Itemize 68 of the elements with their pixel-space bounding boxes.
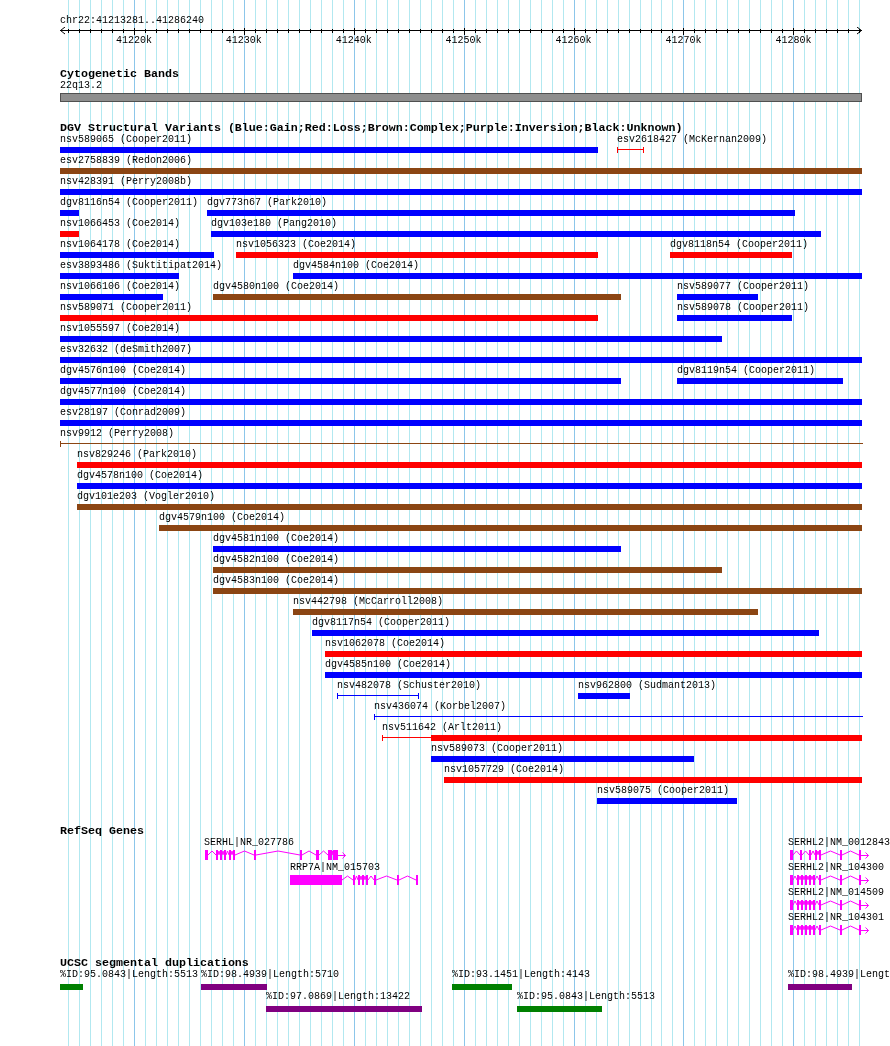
- variant-label: nsv1066453 (Coe2014): [60, 218, 181, 230]
- tick-label: 41240k: [335, 35, 372, 47]
- duplication-label: %ID:95.0843|Length:5513: [60, 969, 199, 981]
- variant-label: dgv8116n54 (Cooper2011): [60, 197, 199, 209]
- variant-label: nsv1064178 (Coe2014): [60, 239, 181, 251]
- variant-label: dgv4577n100 (Coe2014): [60, 386, 187, 398]
- variant-label: dgv773n67 (Park2010): [207, 197, 328, 209]
- variant-label: nsv589078 (Cooper2011): [677, 302, 810, 314]
- variant-label: nsv436074 (Korbel2007): [374, 701, 507, 713]
- variant-label: esv3893486 (Suktitipat2014): [60, 260, 223, 272]
- variant-label: nsv829246 (Park2010): [77, 449, 198, 461]
- tick-label: 41260k: [555, 35, 592, 47]
- variant-label: nsv589065 (Cooper2011): [60, 134, 193, 146]
- variant-label: nsv428391 (Perry2008b): [60, 176, 193, 188]
- variant-label: dgv4583n100 (Coe2014): [213, 575, 340, 587]
- variant-label: nsv589077 (Cooper2011): [677, 281, 810, 293]
- tick-label: 41270k: [665, 35, 702, 47]
- variant-label: dgv4576n100 (Coe2014): [60, 365, 187, 377]
- duplication-label: %ID:93.1451|Length:4143: [452, 969, 591, 981]
- variant-label: nsv962800 (Sudmant2013): [578, 680, 717, 692]
- variant-label: dgv4580n100 (Coe2014): [213, 281, 340, 293]
- track-title: DGV Structural Variants (Blue:Gain;Red:Loss;Brown:Complex;Purple:Inversion;Black:Unknown): [60, 122, 683, 134]
- variant-label: nsv482078 (Schuster2010): [337, 680, 482, 692]
- variant-label: nsv1066106 (Coe2014): [60, 281, 181, 293]
- variant-label: dgv4585n100 (Coe2014): [325, 659, 452, 671]
- variant-label: esv2758839 (Redon2006): [60, 155, 193, 167]
- variant-label: dgv4582n100 (Coe2014): [213, 554, 340, 566]
- variant-label: dgv4579n100 (Coe2014): [159, 512, 286, 524]
- tick-label: 41280k: [775, 35, 812, 47]
- variant-label: dgv8117n54 (Cooper2011): [312, 617, 451, 629]
- tick-label: 41250k: [445, 35, 482, 47]
- variant-label: nsv589073 (Cooper2011): [431, 743, 564, 755]
- gene-label: RRP7A|NM_015703: [290, 862, 380, 874]
- variant-label: dgv8118n54 (Cooper2011): [670, 239, 809, 251]
- variant-label: esv2618427 (McKernan2009): [617, 134, 768, 146]
- variant-label: nsv1057729 (Coe2014): [444, 764, 565, 776]
- variant-label: dgv101e203 (Vogler2010): [77, 491, 216, 503]
- variant-label: dgv103e180 (Pang2010): [211, 218, 338, 230]
- track-title: Cytogenetic Bands: [60, 68, 179, 80]
- variant-label: dgv8119n54 (Cooper2011): [677, 365, 816, 377]
- band-label: 22q13.2: [60, 80, 102, 92]
- gene-label: SERHL2|NM_0012843: [788, 837, 890, 849]
- variant-label: nsv1055597 (Coe2014): [60, 323, 181, 335]
- variant-label: nsv9912 (Perry2008): [60, 428, 175, 440]
- duplication-label: %ID:98.4939|Length:5710: [201, 969, 340, 981]
- gene-label: SERHL2|NR_104301: [788, 912, 884, 924]
- variant-label: nsv589075 (Cooper2011): [597, 785, 730, 797]
- variant-label: nsv589071 (Cooper2011): [60, 302, 193, 314]
- variant-label: dgv4581n100 (Coe2014): [213, 533, 340, 545]
- tick-label: 41220k: [115, 35, 152, 47]
- variant-label: nsv1062078 (Coe2014): [325, 638, 446, 650]
- duplication-label: %ID:98.4939|Lengt: [788, 969, 890, 981]
- duplication-label: %ID:95.0843|Length:5513: [517, 991, 656, 1003]
- variant-label: nsv511642 (Arlt2011): [382, 722, 503, 734]
- track-title: RefSeq Genes: [60, 826, 144, 837]
- track-title: UCSC segmental duplications: [60, 958, 249, 969]
- variant-label: esv32632 (deSmith2007): [60, 344, 193, 356]
- gene-label: SERHL2|NM_014509: [788, 887, 884, 899]
- variant-label: dgv4584n100 (Coe2014): [293, 260, 420, 272]
- duplication-label: %ID:97.0869|Length:13422: [266, 991, 411, 1003]
- variant-label: nsv442798 (McCarroll2008): [293, 596, 444, 608]
- region-label: chr22:41213281..41286240: [60, 15, 205, 27]
- variant-label: nsv1056323 (Coe2014): [236, 239, 357, 251]
- variant-label: esv28197 (Conrad2009): [60, 407, 187, 419]
- gene-label: SERHL2|NR_104300: [788, 862, 884, 874]
- tick-label: 41230k: [225, 35, 262, 47]
- variant-label: dgv4578n100 (Coe2014): [77, 470, 204, 482]
- gene-label: SERHL|NR_027786: [204, 837, 294, 849]
